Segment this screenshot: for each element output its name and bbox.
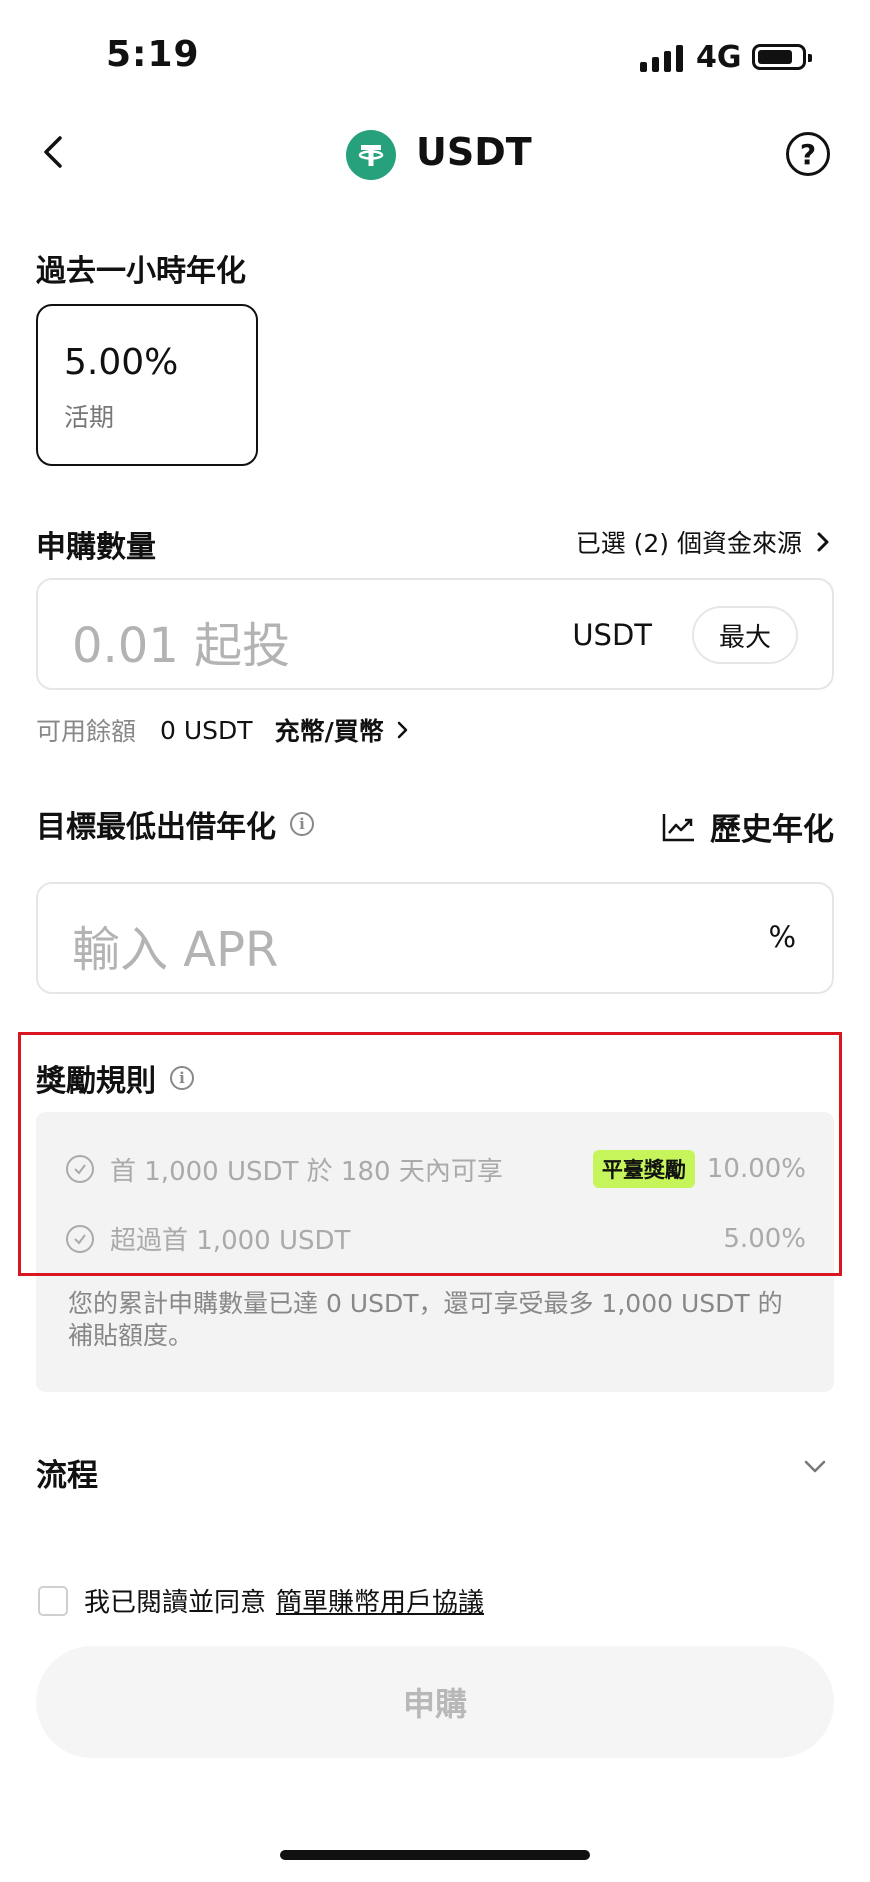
amount-placeholder: 0.01 起投 — [72, 618, 291, 674]
subscribe-label: 申購數量 — [36, 530, 156, 565]
fund-sources-link[interactable]: 已選 (2) 個資金來源 — [576, 524, 830, 560]
deposit-text: 充幣/買幣 — [274, 717, 384, 746]
apr-unit: % — [768, 920, 796, 954]
agreement-checkbox[interactable] — [38, 1585, 68, 1616]
page-title: USDT — [416, 130, 532, 174]
battery-icon — [752, 44, 812, 70]
available-balance: 可用餘額 0 USDT 充幣/買幣 — [36, 712, 408, 748]
apr-input[interactable]: 輸入 APR % — [36, 882, 834, 994]
chevron-right-icon — [817, 532, 829, 552]
trend-chart-icon — [662, 813, 694, 841]
apr-placeholder: 輸入 APR — [72, 922, 279, 978]
balance-value: 0 USDT — [160, 715, 253, 745]
balance-label: 可用餘額 — [36, 717, 137, 746]
chevron-down-icon[interactable] — [802, 1454, 828, 1480]
help-icon[interactable]: ? — [786, 132, 830, 176]
back-icon[interactable] — [34, 132, 74, 172]
agreement-row: 我已閱讀並同意 簡單賺幣用戶協議 — [38, 1582, 484, 1619]
process-label[interactable]: 流程 — [36, 1450, 98, 1495]
apy-label: 過去一小時年化 — [36, 254, 246, 289]
apy-type: 活期 — [64, 403, 115, 432]
apy-card[interactable]: 5.00% 活期 — [36, 304, 258, 466]
subsidy-note: 您的累計申購數量已達 0 USDT，還可享受最多 1,000 USDT 的補貼額… — [68, 1289, 783, 1350]
deposit-link[interactable]: 充幣/買幣 — [275, 712, 408, 748]
status-time: 5:19 — [106, 34, 200, 75]
amount-input[interactable]: 0.01 起投 USDT 最大 — [36, 578, 834, 690]
history-apr-text: 歷史年化 — [710, 812, 834, 848]
fund-sources-text: 已選 (2) 個資金來源 — [575, 529, 802, 558]
highlight-box — [18, 1032, 842, 1276]
signal-icon — [640, 44, 683, 72]
agreement-link[interactable]: 簡單賺幣用戶協議 — [276, 1582, 484, 1619]
max-button[interactable]: 最大 — [692, 606, 798, 664]
apy-value: 5.00% — [64, 342, 179, 383]
target-apr-header: 目標最低出借年化 i — [36, 802, 314, 846]
amount-unit: USDT — [572, 618, 652, 652]
home-indicator — [280, 1850, 590, 1860]
network-label: 4G — [696, 40, 742, 75]
history-apr-link[interactable]: 歷史年化 — [662, 804, 834, 849]
subscribe-button[interactable]: 申購 — [36, 1646, 834, 1758]
agreement-text: 我已閱讀並同意 — [84, 1588, 267, 1618]
info-icon[interactable]: i — [290, 812, 314, 836]
target-apr-label: 目標最低出借年化 — [36, 810, 276, 845]
usdt-coin-icon — [346, 130, 396, 180]
chevron-right-icon — [397, 721, 407, 739]
